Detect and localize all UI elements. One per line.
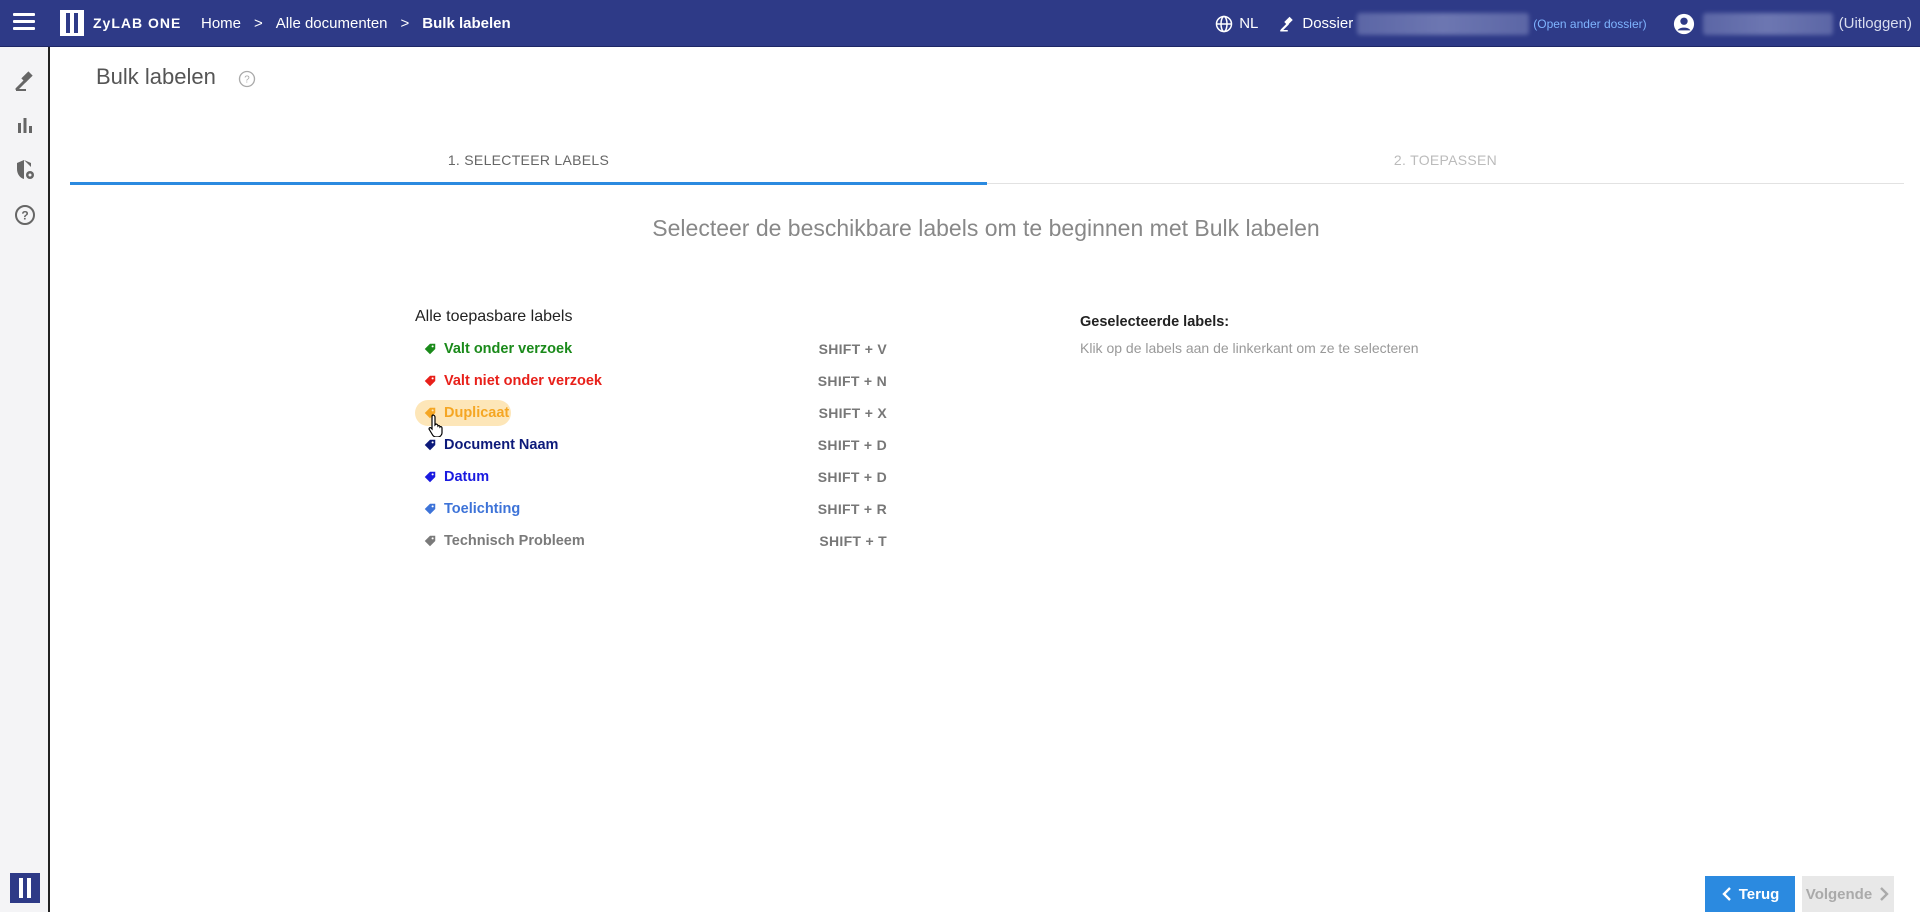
page-title: Bulk labelen (96, 64, 216, 89)
next-button[interactable]: Volgende (1802, 876, 1894, 912)
zylab-logo-icon (60, 10, 84, 36)
shield-settings-icon[interactable] (13, 158, 37, 182)
selected-labels-title: Geselecteerde labels: (1080, 314, 1230, 330)
label-shortcut: SHIFT + D (817, 437, 887, 453)
tab-apply[interactable]: 2. TOEPASSEN (987, 137, 1904, 183)
label-item[interactable]: Valt onder verzoek SHIFT + V (415, 336, 887, 362)
hand-cursor-icon (428, 414, 443, 437)
globe-icon (1215, 15, 1233, 32)
open-other-dossier-link[interactable]: (Open ander dossier) (1533, 17, 1646, 31)
breadcrumb-home[interactable]: Home (201, 15, 241, 32)
chevron-right-icon (1880, 887, 1889, 901)
back-button-label: Terug (1738, 885, 1780, 903)
account-icon[interactable] (1673, 13, 1695, 35)
help-icon[interactable]: ? (238, 70, 256, 88)
gavel-icon[interactable] (13, 69, 37, 93)
tag-icon (424, 535, 436, 547)
sidebar: ? (0, 47, 50, 912)
label-name: Toelichting (444, 501, 521, 517)
label-name: Datum (444, 469, 490, 485)
header-right: NL Dossier (Open ander dossier) (Uitlogg… (1215, 0, 1920, 47)
tag-icon (424, 343, 436, 355)
intro-text: Selecteer de beschikbare labels om te be… (652, 215, 1320, 241)
zylab-logo-icon[interactable] (10, 873, 40, 903)
tag-icon (424, 439, 436, 451)
chevron-left-icon (1722, 887, 1731, 901)
app-logo[interactable]: ZyLAB ONE (60, 10, 181, 36)
selected-labels-hint: Klik op de labels aan de linkerkant om z… (1080, 340, 1419, 356)
gavel-icon (1280, 16, 1294, 31)
dossier-info: Dossier (1278, 12, 1530, 35)
menu-icon[interactable] (13, 13, 35, 31)
chevron-right-icon: > (400, 15, 410, 32)
label-shortcut: SHIFT + T (819, 533, 887, 549)
tag-icon (424, 375, 436, 387)
label-shortcut: SHIFT + R (817, 501, 887, 517)
next-button-label: Volgende (1805, 885, 1873, 903)
breadcrumb-current: Bulk labelen (422, 15, 511, 32)
label-item[interactable]: Datum SHIFT + D (415, 464, 887, 490)
breadcrumb: Home > Alle documenten > Bulk labelen (201, 0, 511, 47)
logout-link[interactable]: (Uitloggen) (1839, 15, 1912, 32)
label-name: Document Naam (444, 437, 559, 453)
language-label: NL (1239, 15, 1259, 32)
label-item[interactable]: Technisch Probleem SHIFT + T (415, 528, 887, 554)
dossier-label: Dossier (1302, 15, 1354, 32)
label-name: Valt niet onder verzoek (444, 373, 602, 389)
breadcrumb-all-documents[interactable]: Alle documenten (276, 15, 388, 32)
label-name: Duplicaat (444, 405, 510, 421)
stepper-tabs: 1. SELECTEER LABELS 2. TOEPASSEN (70, 137, 1904, 185)
tag-icon (424, 471, 436, 483)
back-button[interactable]: Terug (1705, 876, 1795, 912)
tab-select-labels[interactable]: 1. SELECTEER LABELS (70, 137, 987, 183)
active-tab-indicator (70, 182, 987, 185)
app-name: ZyLAB ONE (93, 15, 182, 31)
label-item[interactable]: Valt niet onder verzoek SHIFT + N (415, 368, 887, 394)
username-redacted (1702, 12, 1833, 35)
label-item[interactable]: Toelichting SHIFT + R (415, 496, 887, 522)
labels-section-title: Alle toepasbare labels (415, 308, 573, 325)
label-shortcut: SHIFT + V (818, 341, 887, 357)
language-selector[interactable]: NL (1215, 15, 1258, 33)
label-name: Valt onder verzoek (444, 341, 573, 357)
label-item[interactable]: Duplicaat SHIFT + X (415, 400, 887, 426)
label-shortcut: SHIFT + N (817, 373, 887, 389)
label-shortcut: SHIFT + D (817, 469, 887, 485)
svg-text:?: ? (244, 74, 250, 85)
dossier-name-redacted (1357, 12, 1530, 35)
tag-icon (424, 503, 436, 515)
top-bar: ZyLAB ONE Home > Alle documenten > Bulk … (0, 0, 1920, 47)
chevron-right-icon: > (254, 15, 263, 32)
label-name: Technisch Probleem (444, 533, 585, 549)
label-shortcut: SHIFT + X (818, 405, 887, 421)
bar-chart-icon[interactable] (13, 113, 37, 137)
label-item[interactable]: Document Naam SHIFT + D (415, 432, 887, 458)
